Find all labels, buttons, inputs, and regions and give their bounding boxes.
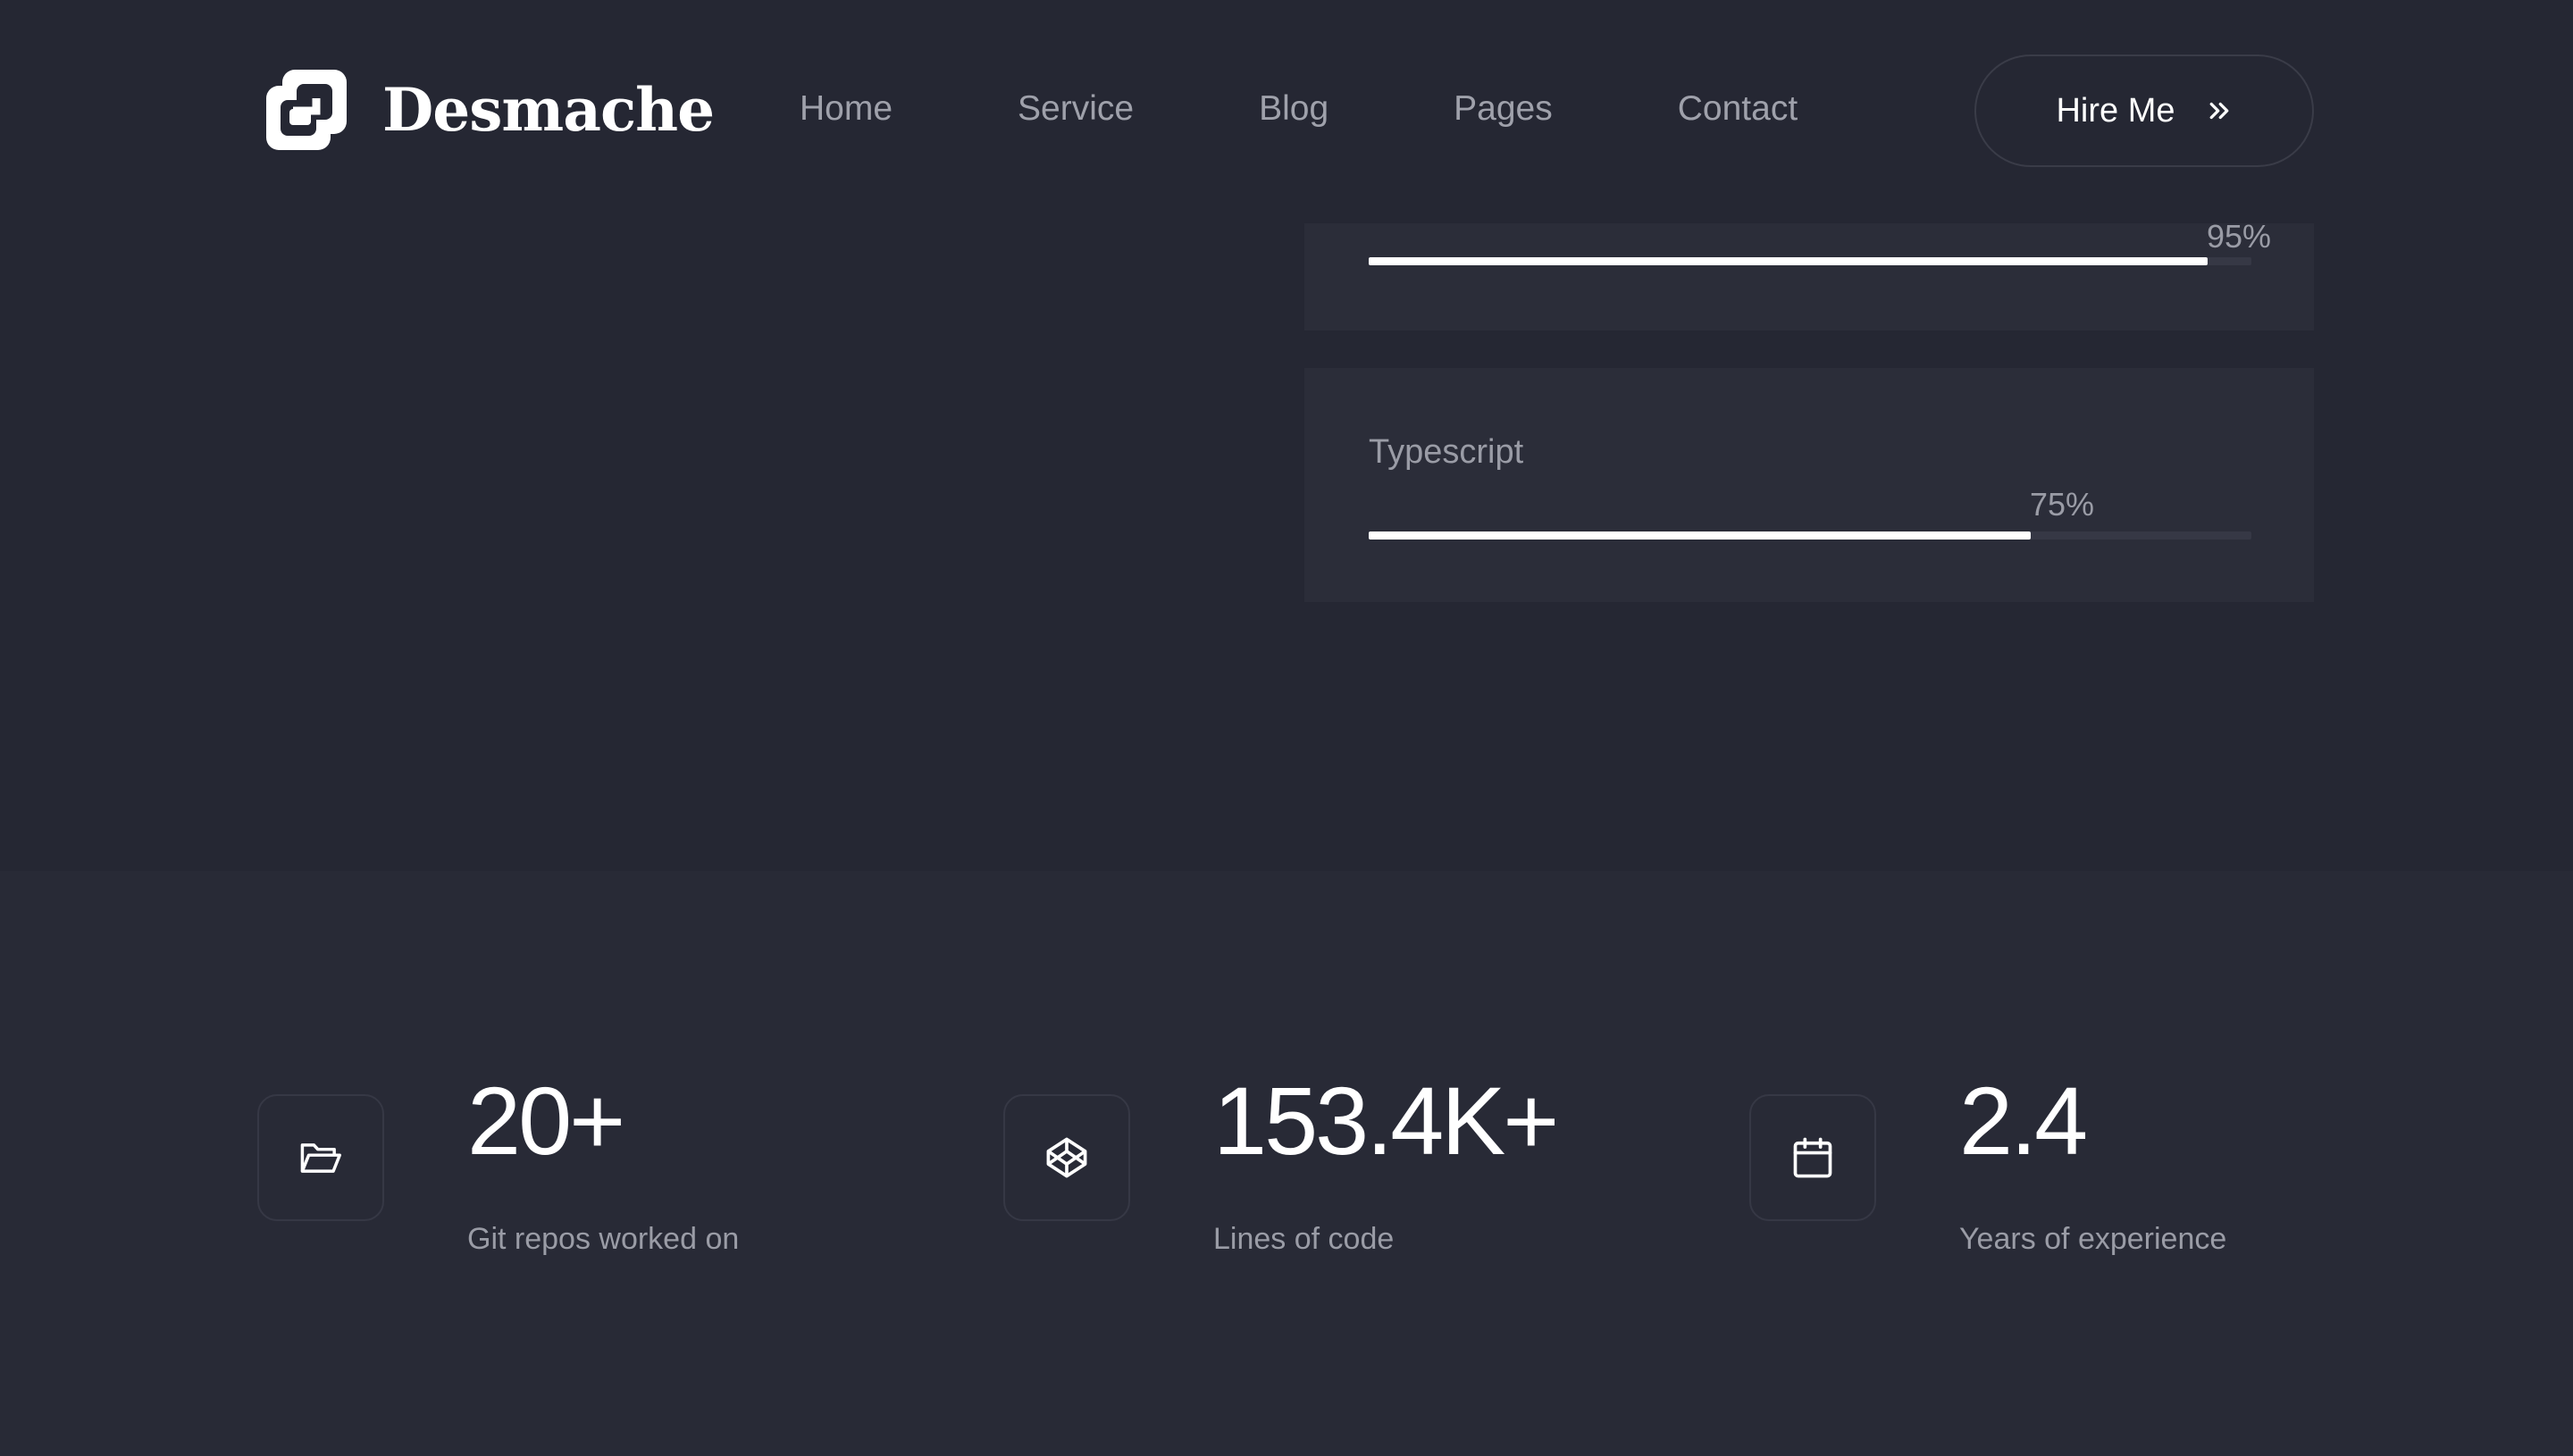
hire-me-label: Hire Me (2056, 91, 2175, 130)
main-menu: Home Service Blog Pages Contact (800, 89, 1798, 129)
stat-value: 2.4 (1959, 1067, 2088, 1175)
skill-card-typescript: Typescript 75% (1304, 368, 2314, 602)
double-chevron-right-icon (2209, 102, 2228, 120)
stat-icon-box (257, 1094, 384, 1221)
brand-name: Desmache (382, 75, 715, 145)
stat-value: 153.4K+ (1213, 1067, 1559, 1175)
brand-logo[interactable]: Desmache (266, 70, 715, 150)
skill-progress-fill (1369, 531, 2031, 540)
stat-label: Lines of code (1213, 1222, 1395, 1256)
nav-item-contact[interactable]: Contact (1678, 89, 1798, 129)
logo-mark-icon (266, 70, 347, 150)
skill-progress-fill (1369, 257, 2208, 265)
stat-label: Git repos worked on (467, 1222, 740, 1256)
skill-progress-track (1369, 257, 2251, 265)
stat-label: Years of experience (1959, 1222, 2227, 1256)
skill-progress-track (1369, 531, 2251, 540)
hire-me-button[interactable]: Hire Me (1974, 54, 2314, 167)
nav-item-blog[interactable]: Blog (1259, 89, 1328, 129)
stat-icon-box (1749, 1094, 1876, 1221)
skill-card: 95% (1304, 218, 2314, 331)
calendar-icon (1793, 1137, 1832, 1178)
skill-name: Typescript (1369, 433, 1524, 471)
nav-item-pages[interactable]: Pages (1454, 89, 1553, 129)
nav-item-service[interactable]: Service (1018, 89, 1134, 129)
nav-item-home[interactable]: Home (800, 89, 893, 129)
skill-percent: 75% (2030, 486, 2095, 523)
navbar: Desmache Home Service Blog Pages Contact… (0, 0, 2573, 223)
stat-icon-box (1003, 1094, 1130, 1221)
skill-percent: 95% (2207, 218, 2272, 255)
folder-open-icon (300, 1143, 341, 1173)
codepen-icon (1046, 1137, 1087, 1178)
stat-value: 20+ (467, 1067, 625, 1175)
